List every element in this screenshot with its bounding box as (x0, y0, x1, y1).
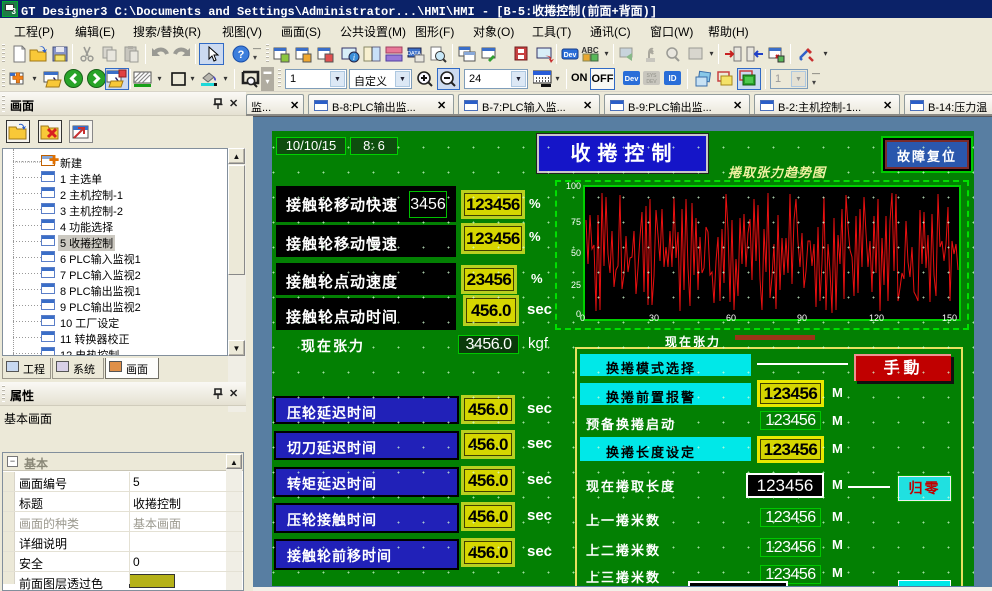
svg-text:Dev: Dev (564, 52, 577, 59)
svg-text:Dev: Dev (625, 74, 640, 83)
svg-text:DEV: DEV (646, 79, 657, 85)
svg-text:ID: ID (669, 74, 677, 83)
svg-text:?: ? (238, 49, 245, 61)
svg-text:i: i (353, 53, 355, 62)
